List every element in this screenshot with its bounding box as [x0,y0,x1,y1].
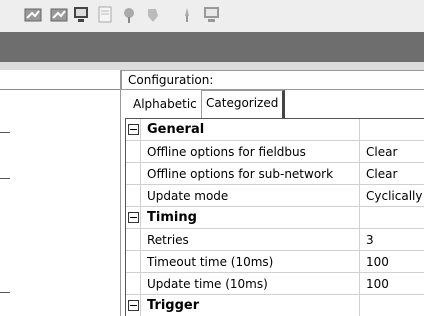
network-icon[interactable] [22,4,44,26]
category-name: Trigger [140,294,360,316]
property-row[interactable]: Update mode Cyclically [126,184,424,207]
panel-divider [0,62,424,70]
category-value [359,294,424,316]
tree-line [0,132,10,133]
property-row[interactable]: Offline options for sub-network Clear [126,162,424,185]
row-gutter [126,250,141,273]
category-value [359,119,424,141]
row-gutter [126,184,141,207]
collapse-icon [127,212,139,223]
left-panel-header [0,70,120,90]
pointer-icon[interactable] [176,4,198,26]
left-panel [0,70,120,316]
title-band [0,32,424,62]
monitor-icon[interactable] [200,4,224,26]
property-value[interactable]: 100 [359,272,424,295]
document-icon[interactable] [94,4,116,26]
property-value[interactable]: Clear [359,162,424,185]
category-row[interactable]: Timing [126,206,424,229]
network-icon[interactable] [48,4,70,26]
property-name: Offline options for fieldbus [140,140,360,163]
tree-line [0,292,10,293]
property-name: Update mode [140,184,360,207]
tab-strip: Alphabetic Categorized [123,90,424,118]
property-name: Retries [140,228,360,251]
configuration-panel: Configuration: Alphabetic Categorized Ge… [121,70,424,316]
collapse-icon [127,124,139,135]
property-name: Offline options for sub-network [140,162,360,185]
collapse-toggle[interactable] [126,294,141,316]
category-row[interactable]: General [126,119,424,141]
property-name: Timeout time (10ms) [140,250,360,273]
configuration-header: Configuration: [121,70,424,90]
row-gutter [126,228,141,251]
row-gutter [126,140,141,163]
category-value [359,206,424,229]
category-name: General [140,119,360,141]
property-row[interactable]: Timeout time (10ms) 100 [126,250,424,273]
property-grid: General Offline options for fieldbus Cle… [125,118,424,316]
property-row[interactable]: Update time (10ms) 100 [126,272,424,295]
property-row[interactable]: Offline options for fieldbus Clear [126,140,424,163]
row-gutter [126,162,141,185]
tree-line [0,178,10,179]
property-row[interactable]: Retries 3 [126,228,424,251]
property-value[interactable]: 3 [359,228,424,251]
category-name: Timing [140,206,360,229]
collapse-toggle[interactable] [126,119,141,141]
tab-alphabetic[interactable]: Alphabetic [129,92,201,116]
tab-categorized[interactable]: Categorized [201,90,286,118]
pin-icon[interactable] [142,4,164,26]
property-name: Update time (10ms) [140,272,360,295]
pin-icon[interactable] [118,4,140,26]
row-gutter [126,272,141,295]
collapse-toggle[interactable] [126,206,141,229]
collapse-icon [127,300,139,311]
property-value[interactable]: 100 [359,250,424,273]
category-row[interactable]: Trigger [126,294,424,316]
property-value[interactable]: Cyclically [359,184,424,207]
property-value[interactable]: Clear [359,140,424,163]
monitor-icon[interactable] [70,4,92,26]
toolbar [0,0,424,32]
